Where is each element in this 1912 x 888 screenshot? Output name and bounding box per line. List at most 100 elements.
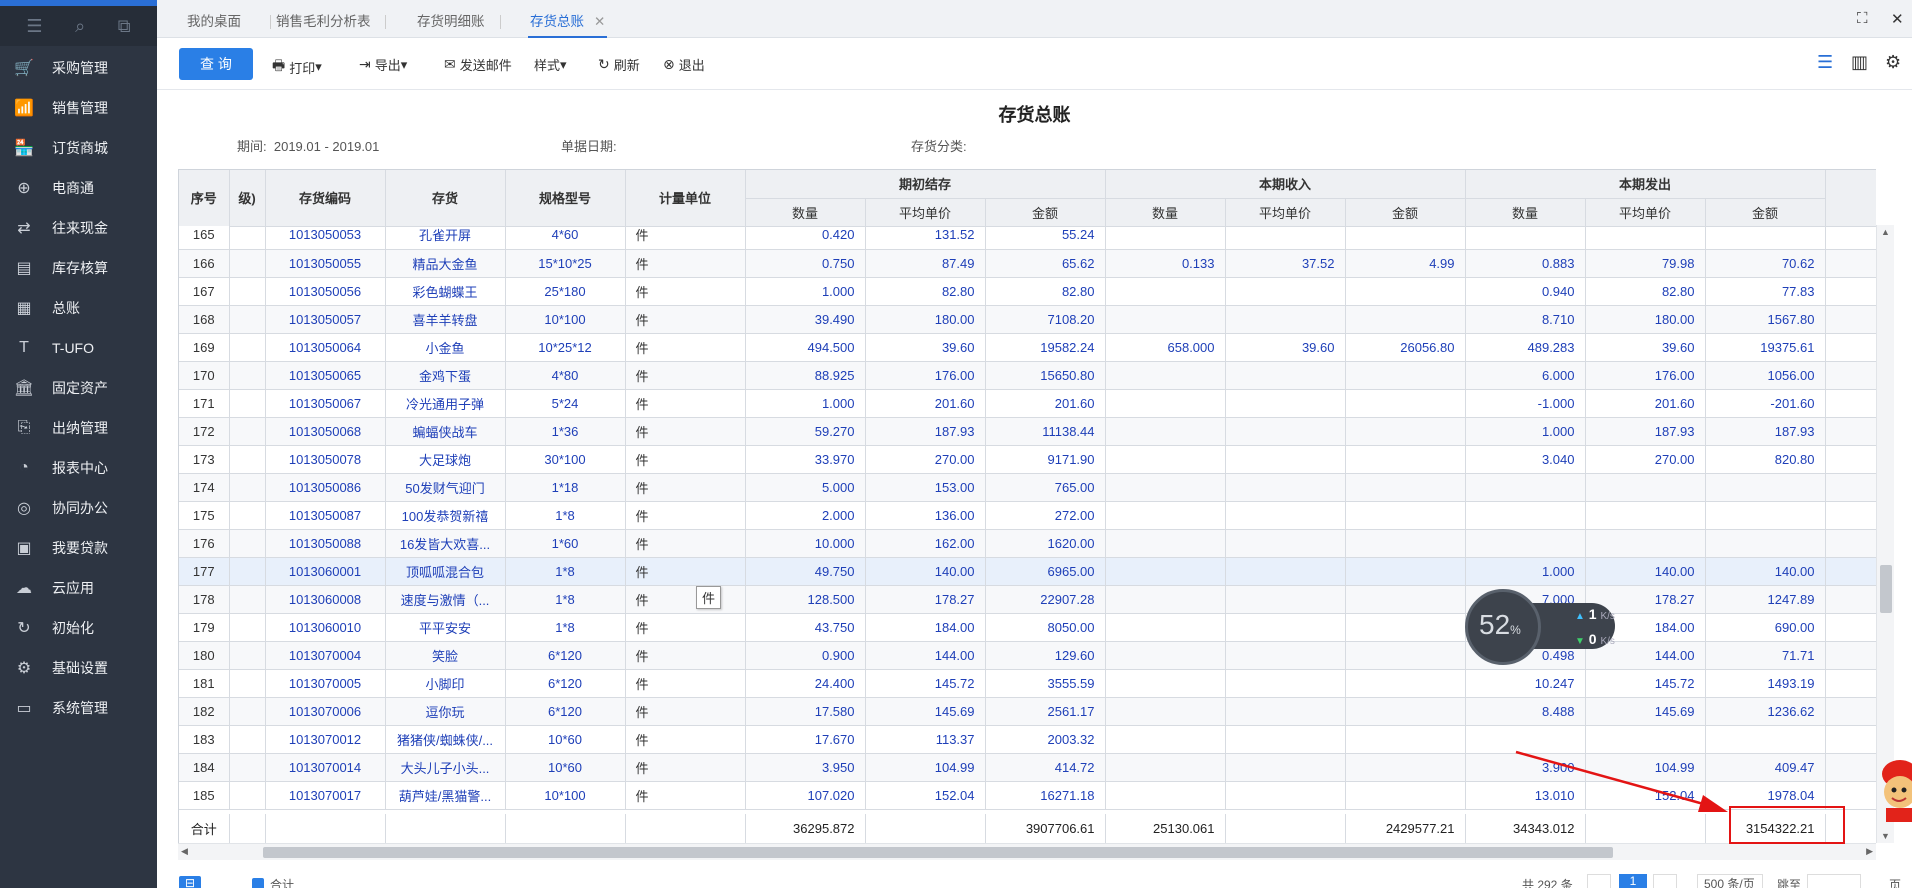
next-page-button[interactable] [1653, 874, 1677, 888]
table-row[interactable]: 177 1013060001 顶呱呱混合包 1*8 件 49.750 140.00 6965.… [179, 557, 1876, 586]
scroll-up-icon[interactable]: ▲ [1881, 227, 1890, 237]
network-speed-widget[interactable]: 52% ▲ 1 K/s ▼ 0 K/s [1465, 589, 1615, 665]
horizontal-scrollbar[interactable]: ◀ ▶ [178, 843, 1876, 860]
scroll-right-icon[interactable]: ▶ [1866, 846, 1873, 857]
row-code[interactable]: 1013050088 [265, 529, 386, 558]
table-row[interactable]: 169 1013050064 小金鱼 10*25*12 件 494.500 39.60 195… [179, 333, 1876, 362]
col-seq[interactable]: 序号 [179, 170, 230, 227]
scroll-left-icon[interactable]: ◀ [181, 846, 188, 857]
row-name[interactable]: 蝙蝠侠战车 [385, 417, 506, 446]
col-open-price[interactable]: 平均单价 [865, 198, 986, 227]
sidebar-item[interactable]: ⇄ 往来现金 [0, 208, 157, 248]
col-open-qty[interactable]: 数量 [745, 198, 866, 227]
row-name[interactable]: 笑脸 [385, 641, 506, 670]
row-name[interactable]: 孔雀开屏 [385, 226, 506, 250]
row-name[interactable]: 逗你玩 [385, 697, 506, 726]
row-name[interactable]: 小金鱼 [385, 333, 506, 362]
close-window-icon[interactable]: ✕ [1891, 10, 1904, 28]
row-code[interactable]: 1013050057 [265, 305, 386, 334]
row-code[interactable]: 1013070012 [265, 725, 386, 754]
scroll-thumb[interactable] [263, 847, 1613, 858]
row-code[interactable]: 1013050067 [265, 389, 386, 418]
sidebar-item[interactable]: 🛒 采购管理 [0, 48, 157, 88]
query-button[interactable]: 查 询 [179, 48, 253, 80]
table-row[interactable]: 167 1013050056 彩色蝴蝶王 25*180 件 1.000 82.80 82.80… [179, 277, 1876, 306]
tab-inventory-ledger[interactable]: 存货总账 ✕ [528, 10, 608, 38]
table-row[interactable]: 172 1013050068 蝙蝠侠战车 1*36 件 59.270 187.93 11138… [179, 417, 1876, 446]
row-code[interactable]: 1013060010 [265, 613, 386, 642]
row-code[interactable]: 1013050086 [265, 473, 386, 502]
sidebar-item[interactable]: ◎ 协同办公 [0, 488, 157, 528]
row-code[interactable]: 1013050053 [265, 226, 386, 250]
row-code[interactable]: 1013070014 [265, 753, 386, 782]
row-code[interactable]: 1013050056 [265, 277, 386, 306]
row-code[interactable]: 1013060008 [265, 585, 386, 614]
vertical-scrollbar[interactable]: ▲ ▼ [1876, 225, 1894, 843]
chart-view-icon[interactable]: ▥ [1851, 52, 1868, 73]
table-row[interactable]: 170 1013050065 金鸡下蛋 4*80 件 88.925 176.00 15650.… [179, 361, 1876, 390]
sidebar-item[interactable]: ⊕ 电商通 [0, 168, 157, 208]
col-open-amount[interactable]: 金额 [985, 198, 1106, 227]
row-name[interactable]: 喜羊羊转盘 [385, 305, 506, 334]
row-name[interactable]: 50发财气迎门 [385, 473, 506, 502]
sidebar-item[interactable]: ▭ 系统管理 [0, 688, 157, 728]
exit-button[interactable]: ⊗ 退出 [663, 55, 705, 74]
row-name[interactable]: 100发恭贺新禧 [385, 501, 506, 530]
row-code[interactable]: 1013070017 [265, 781, 386, 810]
col-unit[interactable]: 计量单位 [625, 170, 746, 227]
row-name[interactable]: 大头儿子小头... [385, 753, 506, 782]
print-menu[interactable]: 🖶 打印 ▾ [272, 55, 322, 79]
scroll-down-icon[interactable]: ▼ [1881, 831, 1890, 841]
col-in-amount[interactable]: 金额 [1345, 198, 1466, 227]
col-in-qty[interactable]: 数量 [1105, 198, 1226, 227]
table-row[interactable]: 174 1013050086 50发财气迎门 1*18 件 5.000 153.00 765.… [179, 473, 1876, 502]
close-tab-icon[interactable]: ✕ [594, 14, 605, 29]
row-code[interactable]: 1013050064 [265, 333, 386, 362]
row-name[interactable]: 速度与激情（... [385, 585, 506, 614]
search-icon[interactable]: ⌕ [75, 16, 85, 37]
sidebar-item[interactable]: T T-UFO [0, 328, 157, 368]
col-code[interactable]: 存货编码 [265, 170, 386, 227]
row-name[interactable]: 大足球炮 [385, 445, 506, 474]
col-name[interactable]: 存货 [385, 170, 506, 227]
table-row[interactable]: 176 1013050088 16发皆大欢喜... 1*60 件 10.000 162.00… [179, 529, 1876, 558]
col-in-price[interactable]: 平均单价 [1225, 198, 1346, 227]
table-row[interactable]: 171 1013050067 冷光通用子弹 5*24 件 1.000 201.60 201.6… [179, 389, 1876, 418]
col-level[interactable]: 级) [229, 170, 266, 227]
col-spec[interactable]: 规格型号 [505, 170, 626, 227]
row-name[interactable]: 猪猪侠/蜘蛛侠/... [385, 725, 506, 754]
expand-icon[interactable]: ⊟ [179, 876, 201, 888]
gear-icon[interactable]: ⚙ [1885, 52, 1901, 73]
row-code[interactable]: 1013050068 [265, 417, 386, 446]
row-name[interactable]: 小脚印 [385, 669, 506, 698]
table-row[interactable]: 180 1013070004 笑脸 6*120 件 0.900 144.00 129.60 0.… [179, 641, 1876, 670]
tab-inventory-detail[interactable]: 存货明细账 [415, 10, 487, 38]
table-row[interactable]: 182 1013070006 逗你玩 6*120 件 17.580 145.69 2561.1… [179, 697, 1876, 726]
row-code[interactable]: 1013050055 [265, 249, 386, 278]
row-code[interactable]: 1013050087 [265, 501, 386, 530]
sidebar-item[interactable]: ⚙ 基础设置 [0, 648, 157, 688]
total-checkbox[interactable] [252, 878, 264, 888]
col-out-amount[interactable]: 金额 [1705, 198, 1826, 227]
row-name[interactable]: 平平安安 [385, 613, 506, 642]
send-mail-button[interactable]: ✉ 发送邮件 [444, 55, 512, 74]
row-code[interactable]: 1013050078 [265, 445, 386, 474]
sidebar-item[interactable]: 🏪 订货商城 [0, 128, 157, 168]
row-name[interactable]: 精品大金鱼 [385, 249, 506, 278]
row-code[interactable]: 1013070004 [265, 641, 386, 670]
table-row[interactable]: 178 1013060008 速度与激情（... 1*8 件 128.500 178.27 2… [179, 585, 1876, 614]
sidebar-item[interactable]: 📶 销售管理 [0, 88, 157, 128]
table-row[interactable]: 165 1013050053 孔雀开屏 4*60 件 0.420 131.52 55.24 [179, 226, 1876, 250]
row-code[interactable]: 1013050065 [265, 361, 386, 390]
table-row[interactable]: 179 1013060010 平平安安 1*8 件 43.750 184.00 8050.00… [179, 613, 1876, 642]
prev-page-button[interactable] [1587, 874, 1611, 888]
row-name[interactable]: 葫芦娃/黑猫警... [385, 781, 506, 810]
page-size-select[interactable]: 500 条/页 [1697, 874, 1763, 888]
sidebar-item[interactable]: 🏛 固定资产 [0, 368, 157, 408]
table-row[interactable]: 173 1013050078 大足球炮 30*100 件 33.970 270.00 9171… [179, 445, 1876, 474]
row-name[interactable]: 冷光通用子弹 [385, 389, 506, 418]
table-row[interactable]: 185 1013070017 葫芦娃/黑猫警... 10*100 件 107.020 152… [179, 781, 1876, 810]
sidebar-item[interactable]: ↻ 初始化 [0, 608, 157, 648]
new-window-icon[interactable]: ⧉ [118, 16, 131, 37]
col-out-price[interactable]: 平均单价 [1585, 198, 1706, 227]
